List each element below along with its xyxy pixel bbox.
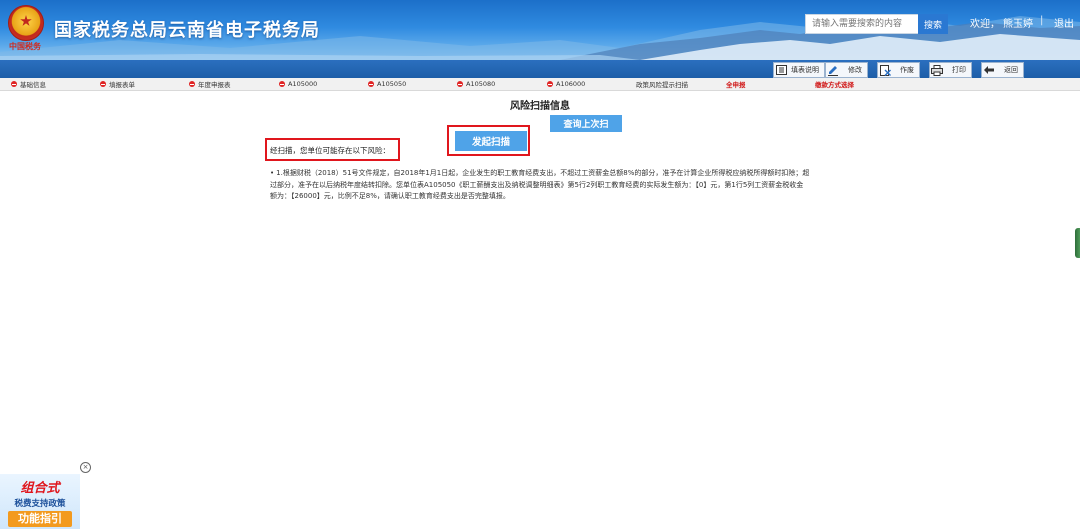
form-tabs: 基础信息 填报表单 年度申报表 A105000 A105050 A105080 … bbox=[0, 78, 1080, 91]
tab-label: 基础信息 bbox=[20, 81, 46, 89]
tab-full-declaration[interactable]: 全申报 bbox=[726, 78, 746, 90]
search-button[interactable]: 搜索 bbox=[918, 14, 948, 34]
void-label: 作废 bbox=[900, 66, 914, 74]
printer-icon bbox=[930, 64, 944, 76]
back-arrow-icon bbox=[982, 64, 996, 76]
site-title: 国家税务总局云南省电子税务局 bbox=[54, 20, 320, 41]
tab-fill-forms[interactable]: 填报表单 bbox=[100, 78, 135, 90]
instructions-button[interactable]: 填表说明 bbox=[773, 62, 825, 78]
header-divider: | bbox=[1040, 15, 1044, 26]
pencil-icon bbox=[826, 64, 840, 76]
user-name[interactable]: 熊玉婷 bbox=[1003, 15, 1033, 30]
banner-line3: 功能指引 bbox=[8, 511, 72, 527]
tab-label: 年度申报表 bbox=[198, 81, 231, 89]
tab-a105000[interactable]: A105000 bbox=[279, 78, 317, 90]
document-list-icon bbox=[774, 64, 788, 76]
edit-label: 修改 bbox=[848, 66, 862, 74]
instructions-label: 填表说明 bbox=[791, 66, 819, 74]
edit-button[interactable]: 修改 bbox=[825, 62, 868, 78]
print-label: 打印 bbox=[952, 66, 966, 74]
tab-label: 缴款方式选择 bbox=[815, 81, 854, 89]
void-icon bbox=[878, 64, 892, 76]
tab-label: 政策风险提示扫描 bbox=[636, 81, 688, 89]
tab-a106000[interactable]: A106000 bbox=[547, 78, 585, 90]
warning-dot-icon bbox=[11, 81, 17, 87]
warning-dot-icon bbox=[457, 81, 463, 87]
tab-label: A105080 bbox=[466, 80, 496, 88]
search-input[interactable] bbox=[805, 14, 929, 34]
policy-guide-banner[interactable]: 组合式 税费支持政策 功能指引 bbox=[0, 474, 80, 529]
side-panel-handle[interactable] bbox=[1075, 228, 1080, 258]
scan-result-label: 经扫描，您单位可能存在以下风险： bbox=[270, 146, 390, 155]
risk-item-text: 1.根据财税（2018）51号文件规定，自2018年1月1日起，企业发生的职工教… bbox=[270, 169, 810, 200]
start-scan-button[interactable]: 发起扫描 bbox=[455, 131, 527, 151]
tab-annual-report[interactable]: 年度申报表 bbox=[189, 78, 231, 90]
print-button[interactable]: 打印 bbox=[929, 62, 972, 78]
tab-label: 填报表单 bbox=[109, 81, 135, 89]
tax-emblem-icon bbox=[8, 5, 44, 41]
logout-link[interactable]: 退出 bbox=[1054, 15, 1074, 30]
back-label: 返回 bbox=[1004, 66, 1018, 74]
warning-dot-icon bbox=[100, 81, 106, 87]
tab-basic-info[interactable]: 基础信息 bbox=[11, 78, 46, 90]
page-title: 风险扫描信息 bbox=[510, 101, 570, 112]
banner-line2: 税费支持政策 bbox=[14, 499, 66, 509]
tab-payment-method[interactable]: 缴款方式选择 bbox=[815, 78, 854, 90]
tab-a105050[interactable]: A105050 bbox=[368, 78, 406, 90]
welcome-text: 欢迎， bbox=[970, 19, 1000, 30]
back-button[interactable]: 返回 bbox=[981, 62, 1024, 78]
emblem-caption: 中国税务 bbox=[9, 41, 41, 51]
warning-dot-icon bbox=[279, 81, 285, 87]
site-header: 中国税务 国家税务总局云南省电子税务局 搜索 欢迎， 熊玉婷 | 退出 bbox=[0, 0, 1080, 60]
warning-dot-icon bbox=[189, 81, 195, 87]
risk-item: • 1.根据财税（2018）51号文件规定，自2018年1月1日起，企业发生的职工… bbox=[270, 168, 810, 203]
tab-label: A105050 bbox=[377, 80, 407, 88]
tab-label: A105000 bbox=[288, 80, 318, 88]
void-button[interactable]: 作废 bbox=[877, 62, 920, 78]
warning-dot-icon bbox=[368, 81, 374, 87]
close-icon[interactable]: × bbox=[80, 462, 91, 473]
tab-label: 全申报 bbox=[726, 81, 746, 89]
banner-line1: 组合式 bbox=[20, 481, 60, 496]
action-toolbar: 填表说明 修改 作废 打印 返回 bbox=[0, 60, 1080, 78]
query-last-scan-button[interactable]: 查询上次扫 bbox=[550, 115, 622, 132]
bullet-icon: • bbox=[270, 169, 275, 177]
tab-policy-risk-scan[interactable]: 政策风险提示扫描 bbox=[636, 78, 688, 90]
tab-a105080[interactable]: A105080 bbox=[457, 78, 495, 90]
warning-dot-icon bbox=[547, 81, 553, 87]
tab-label: A106000 bbox=[556, 80, 586, 88]
